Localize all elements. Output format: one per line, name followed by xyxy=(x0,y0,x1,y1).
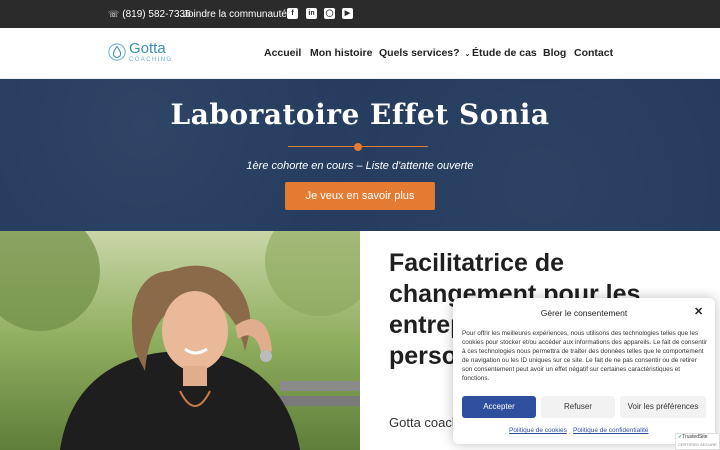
nav-contact[interactable]: Contact xyxy=(574,47,613,59)
youtube-icon[interactable]: ▶ xyxy=(342,8,353,19)
privacy-policy-link[interactable]: Politique de confidentialité xyxy=(573,427,649,434)
facebook-icon[interactable]: f xyxy=(287,8,298,19)
logo-drop-icon xyxy=(108,43,126,61)
coach-photo-illustration xyxy=(0,231,360,450)
phone-number: (819) 582-7336 xyxy=(122,9,191,20)
join-community-link[interactable]: Joindre la communauté xyxy=(183,9,287,20)
cookie-dialog-title: Gérer le consentement xyxy=(540,308,628,318)
cookie-consent-dialog: Gérer le consentement ✕ Pour offrir les … xyxy=(453,298,715,444)
nav-etude-de-cas[interactable]: Étude de cas xyxy=(472,47,537,59)
cookie-policy-link[interactable]: Politique de cookies xyxy=(509,427,567,434)
trustedsite-badge[interactable]: ✓TrustedSite CERTIFIED SECURE xyxy=(675,433,720,450)
chevron-down-icon: ⌄ xyxy=(464,51,471,58)
logo[interactable]: Gotta COACHING xyxy=(108,41,173,63)
hero-title: Laboratoire Effet Sonia xyxy=(170,98,550,131)
phone-link[interactable]: ☏ (819) 582-7336 xyxy=(108,9,191,20)
site-header: Gotta COACHING Accueil Mon histoire Quel… xyxy=(0,28,720,79)
phone-icon: ☏ xyxy=(108,9,120,19)
hero-cta-button[interactable]: Je veux en savoir plus xyxy=(285,182,435,210)
refuse-button[interactable]: Refuser xyxy=(541,396,615,418)
logo-subtitle: COACHING xyxy=(129,57,173,63)
linkedin-icon[interactable]: in xyxy=(306,8,317,19)
hero-banner: Laboratoire Effet Sonia 1ère cohorte en … xyxy=(0,79,720,231)
cookie-dialog-text: Pour offrir les meilleures expériences, … xyxy=(462,330,708,382)
coach-photo xyxy=(0,231,360,450)
nav-accueil[interactable]: Accueil xyxy=(264,47,301,59)
nav-blog[interactable]: Blog xyxy=(543,47,566,59)
trustedsite-sub: CERTIFIED SECURE xyxy=(678,442,717,447)
accept-button[interactable]: Accepter xyxy=(462,396,536,418)
nav-quels-services-label: Quels services? xyxy=(379,47,460,59)
hero-divider-dot xyxy=(354,143,362,151)
preferences-button[interactable]: Voir les préférences xyxy=(620,396,706,418)
nav-mon-histoire[interactable]: Mon histoire xyxy=(310,47,372,59)
nav-quels-services[interactable]: Quels services? ⌄ xyxy=(379,47,470,59)
instagram-icon[interactable]: ◯ xyxy=(324,8,335,19)
trustedsite-label: TrustedSite xyxy=(682,434,708,440)
top-bar: ☏ (819) 582-7336 Joindre la communauté f… xyxy=(0,0,720,28)
close-icon[interactable]: ✕ xyxy=(694,305,703,318)
hero-subtitle: 1ère cohorte en cours – Liste d'attente … xyxy=(246,160,474,172)
logo-wordmark: Gotta xyxy=(129,40,166,57)
